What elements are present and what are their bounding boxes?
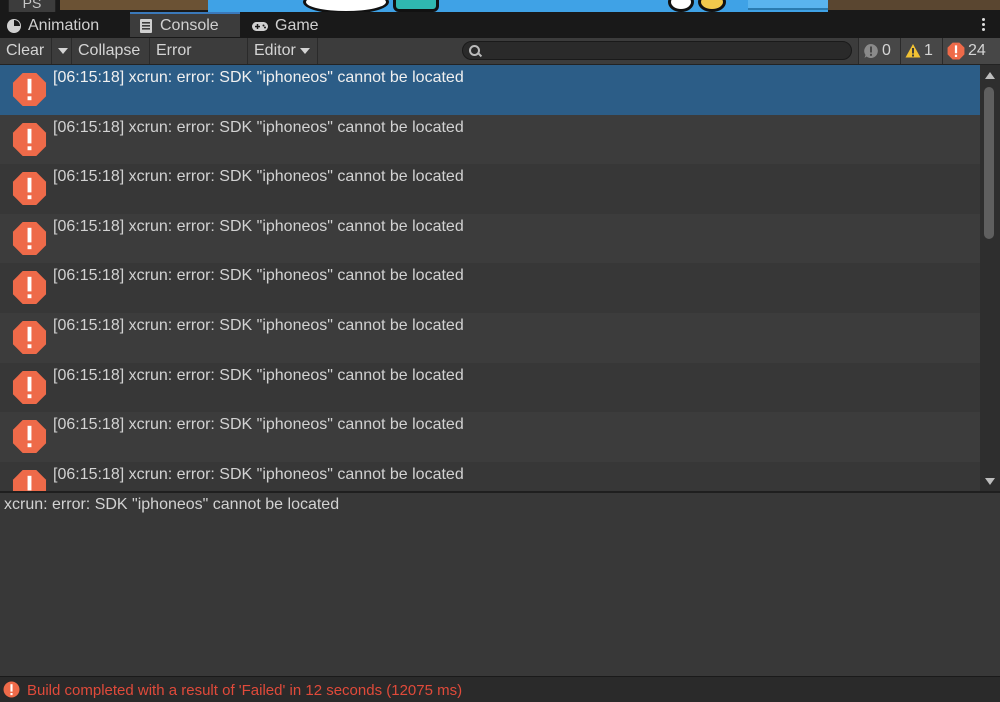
log-count: 0 [882, 42, 891, 59]
editor-dropdown-label: Editor [254, 42, 296, 59]
clear-button[interactable]: Clear [0, 38, 52, 64]
window-tab-bar: Animation Console Game [0, 12, 1000, 38]
error-icon [12, 172, 47, 206]
error-pause-button[interactable]: Error Pause [150, 38, 248, 85]
scroll-down-icon[interactable] [985, 478, 995, 485]
more-options-icon[interactable] [980, 16, 986, 33]
log-entry-row[interactable]: [06:15:18] xcrun: error: SDK "iphoneos" … [0, 362, 980, 413]
log-entry-message: [06:15:18] xcrun: error: SDK "iphoneos" … [53, 416, 464, 434]
error-icon [12, 420, 47, 454]
error-icon [12, 122, 47, 156]
chevron-down-icon [299, 47, 310, 54]
log-detail-pane: xcrun: error: SDK "iphoneos" cannot be l… [0, 493, 1000, 676]
search-icon [469, 45, 480, 56]
log-count-toggle[interactable]: 0 [858, 38, 900, 64]
scene-background-left [60, 0, 208, 10]
log-list-scrollbar[interactable] [980, 65, 1000, 491]
log-entry-row[interactable]: [06:15:18] xcrun: error: SDK "iphoneos" … [0, 213, 980, 264]
ps-tab[interactable]: PS [8, 0, 56, 12]
console-log-list[interactable]: [06:15:18] xcrun: error: SDK "iphoneos" … [0, 65, 980, 491]
log-entry-row[interactable]: [06:15:18] xcrun: error: SDK "iphoneos" … [0, 412, 980, 462]
search-input[interactable] [485, 42, 849, 61]
scrollbar-thumb[interactable] [984, 87, 994, 239]
error-count: 24 [968, 42, 986, 59]
scroll-up-icon[interactable] [985, 72, 995, 79]
error-count-toggle[interactable]: 24 [942, 38, 1000, 64]
search-box[interactable] [462, 41, 852, 61]
error-icon [12, 320, 47, 355]
editor-dropdown[interactable]: Editor [248, 38, 318, 64]
tab-label: Game [275, 16, 319, 34]
log-entry-row[interactable]: [06:15:18] xcrun: error: SDK "iphoneos" … [0, 114, 980, 165]
tab-animation[interactable]: Animation [6, 13, 99, 38]
top-strip: PS [0, 0, 1000, 12]
tab-label: Console [160, 16, 219, 34]
game-view-peek [208, 0, 828, 12]
collapse-button[interactable]: Collapse [72, 38, 150, 64]
log-entry-message: [06:15:18] xcrun: error: SDK "iphoneos" … [53, 118, 464, 136]
log-entry-message: [06:15:18] xcrun: error: SDK "iphoneos" … [53, 366, 464, 384]
console-toolbar: Clear Collapse Error Pause Editor 0 1 [0, 38, 1000, 85]
status-message[interactable]: Build completed with a result of 'Failed… [27, 682, 462, 699]
error-icon [12, 221, 47, 255]
scene-background-right [828, 0, 1000, 10]
info-message-icon [864, 44, 878, 58]
tab-console[interactable]: Console [130, 12, 240, 37]
console-icon [140, 18, 152, 33]
error-icon [947, 42, 965, 60]
log-entry-message: [06:15:18] xcrun: error: SDK "iphoneos" … [53, 267, 464, 285]
chevron-down-icon [58, 47, 68, 54]
error-icon [12, 469, 47, 491]
error-icon [3, 681, 20, 698]
log-entry-row[interactable]: [06:15:18] xcrun: error: SDK "iphoneos" … [0, 263, 980, 313]
warning-icon [905, 44, 921, 58]
status-bar: Build completed with a result of 'Failed… [0, 676, 1000, 702]
error-icon [12, 72, 47, 107]
tab-label: Animation [28, 16, 100, 34]
log-entry-row[interactable]: [06:15:18] xcrun: error: SDK "iphoneos" … [0, 65, 980, 115]
clock-icon [7, 18, 21, 33]
tab-game[interactable]: Game [251, 13, 319, 38]
warning-count-toggle[interactable]: 1 [900, 38, 942, 64]
log-entry-row[interactable]: [06:15:18] xcrun: error: SDK "iphoneos" … [0, 313, 980, 363]
log-detail-text: xcrun: error: SDK "iphoneos" cannot be l… [4, 496, 340, 513]
clear-options-dropdown[interactable] [52, 38, 72, 64]
gamepad-icon [252, 21, 268, 31]
log-entry-row[interactable]: [06:15:18] xcrun: error: SDK "iphoneos" … [0, 164, 980, 214]
log-entry-message: [06:15:18] xcrun: error: SDK "iphoneos" … [53, 217, 464, 235]
error-icon [12, 271, 47, 305]
log-entry-row[interactable]: [06:15:18] xcrun: error: SDK "iphoneos" … [0, 461, 980, 491]
log-entry-message: [06:15:18] xcrun: error: SDK "iphoneos" … [53, 465, 464, 483]
log-entry-message: [06:15:18] xcrun: error: SDK "iphoneos" … [53, 317, 464, 334]
error-icon [12, 370, 47, 404]
log-entry-message: [06:15:18] xcrun: error: SDK "iphoneos" … [53, 168, 464, 186]
log-entry-message: [06:15:18] xcrun: error: SDK "iphoneos" … [53, 69, 464, 86]
warning-count: 1 [924, 42, 933, 59]
